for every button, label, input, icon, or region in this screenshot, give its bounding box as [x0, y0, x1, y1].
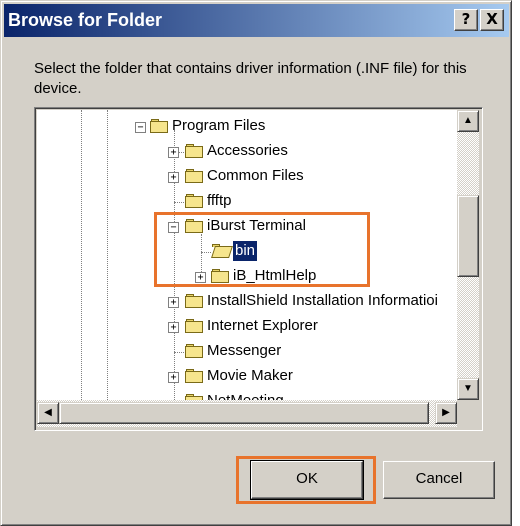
ok-button[interactable]: OK [250, 460, 364, 500]
expand-common-files[interactable]: + [168, 172, 179, 183]
tree-node-installshield[interactable]: InstallShield Installation Informatioi [205, 291, 440, 311]
scroll-left-button[interactable]: ◀ [37, 402, 59, 424]
tree-node-netmeeting[interactable]: NetMeeting [205, 391, 286, 400]
dialog-title: Browse for Folder [8, 10, 163, 30]
scroll-up-button[interactable]: ▲ [457, 110, 479, 132]
tree-node-internet-explorer[interactable]: Internet Explorer [205, 316, 320, 336]
folder-icon [185, 144, 203, 158]
folder-icon [185, 169, 203, 183]
folder-icon [185, 194, 203, 208]
instruction-text: Select the folder that contains driver i… [34, 60, 467, 97]
horizontal-scrollbar[interactable]: ◀ ▶ [37, 400, 457, 427]
scroll-down-button[interactable]: ▼ [457, 378, 479, 400]
folder-icon [185, 344, 203, 358]
expand-internet-explorer[interactable]: + [168, 322, 179, 333]
collapse-program-files[interactable]: − [135, 122, 146, 133]
vertical-scrollbar[interactable]: ▲ ▼ [457, 110, 479, 400]
cancel-button[interactable]: Cancel [383, 461, 495, 499]
scroll-right-button[interactable]: ▶ [435, 402, 457, 424]
tree-guide-line [107, 110, 108, 400]
vertical-scroll-thumb[interactable] [457, 195, 479, 277]
folder-icon [185, 294, 203, 308]
help-button[interactable]: ? [454, 9, 478, 31]
tree-node-accessories[interactable]: Accessories [205, 141, 290, 161]
title-bar[interactable]: Browse for Folder ? X [4, 4, 509, 37]
horizontal-scroll-thumb[interactable] [59, 402, 429, 424]
scrollbar-corner [457, 400, 479, 427]
browse-for-folder-dialog: Browse for Folder ? X Select the folder … [0, 0, 512, 526]
tree-node-common-files[interactable]: Common Files [205, 166, 306, 186]
tree-branch-line [174, 352, 184, 353]
open-folder-icon [150, 119, 168, 133]
highlight-box-tree [154, 212, 370, 287]
close-button[interactable]: X [480, 9, 504, 31]
tree-node-messenger[interactable]: Messenger [205, 341, 283, 361]
tree-node-movie-maker[interactable]: Movie Maker [205, 366, 295, 386]
expand-installshield[interactable]: + [168, 297, 179, 308]
expand-movie-maker[interactable]: + [168, 372, 179, 383]
expand-accessories[interactable]: + [168, 147, 179, 158]
tree-branch-line [174, 202, 184, 203]
tree-guide-line [81, 110, 82, 400]
tree-node-ffftp[interactable]: ffftp [205, 191, 233, 211]
tree-node-program-files[interactable]: Program Files [170, 116, 267, 136]
folder-icon [185, 319, 203, 333]
folder-icon [185, 369, 203, 383]
